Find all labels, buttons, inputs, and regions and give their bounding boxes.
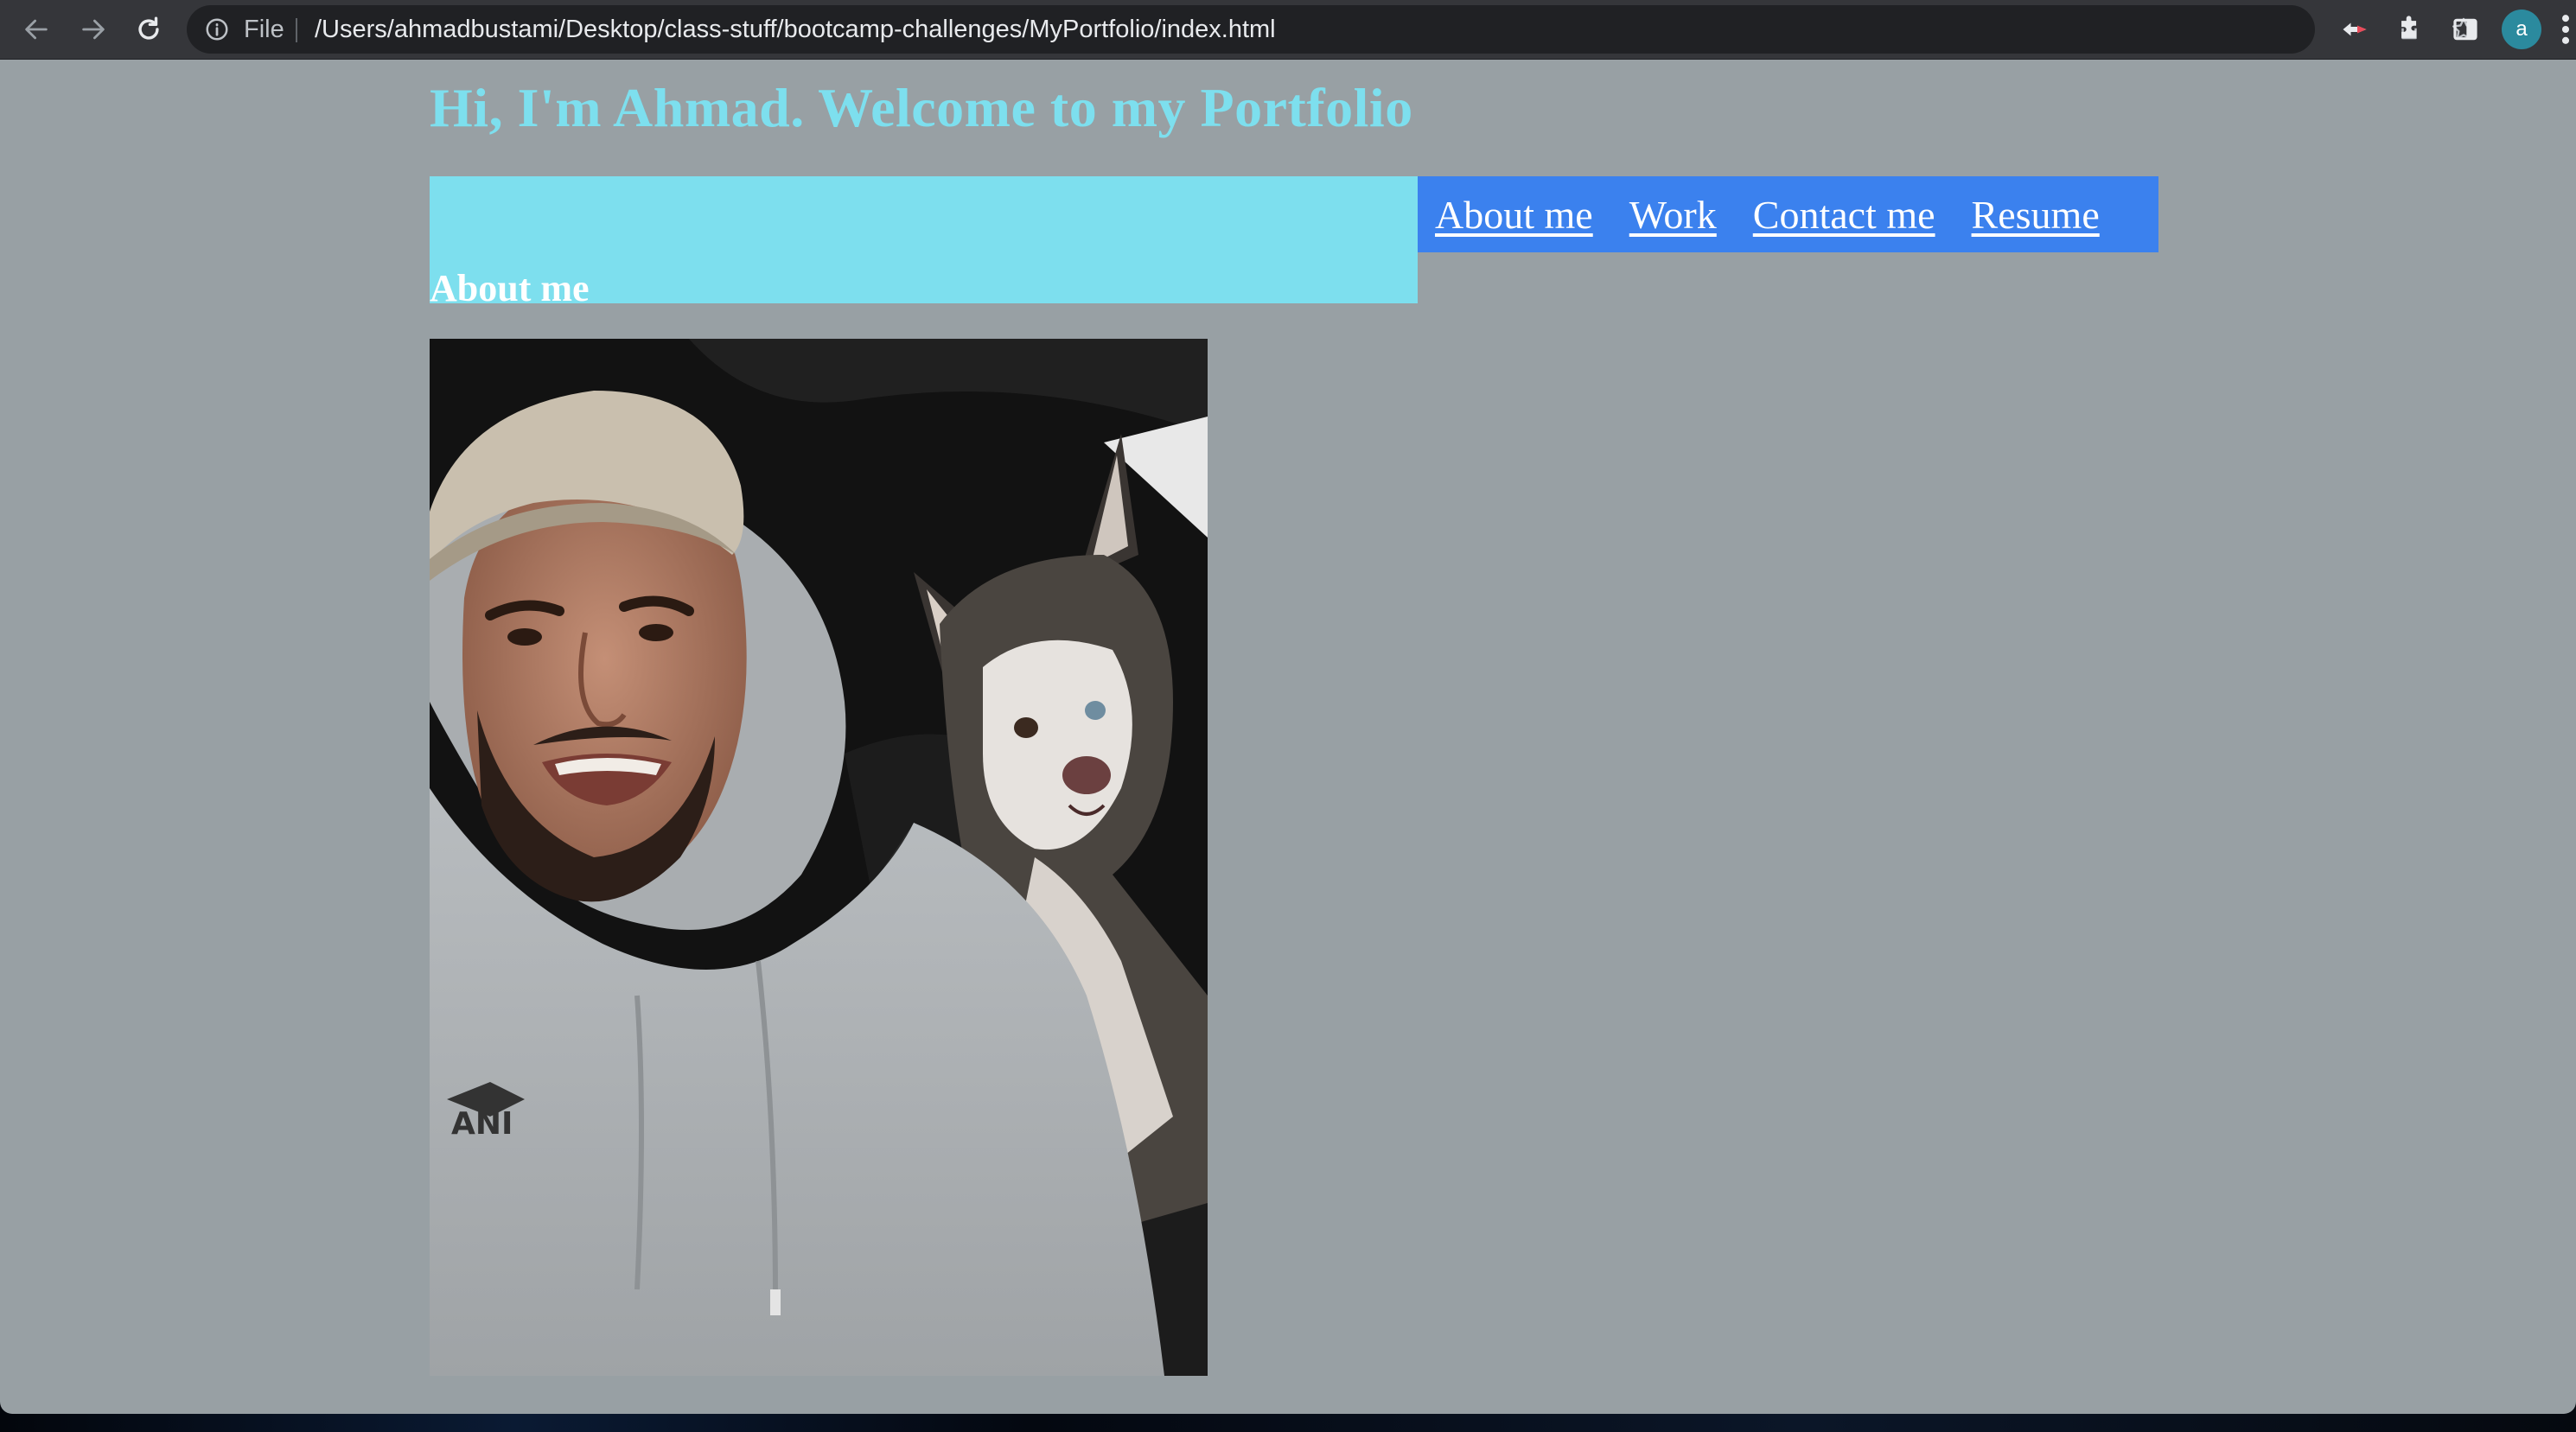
extension-icon[interactable]	[2337, 12, 2372, 47]
forward-arrow-icon[interactable]	[74, 10, 112, 48]
main-nav: About me Work Contact me Resume	[1418, 176, 2158, 252]
info-icon[interactable]	[204, 16, 230, 42]
nav-link-contact-me[interactable]: Contact me	[1753, 192, 1935, 238]
back-arrow-icon[interactable]	[17, 10, 55, 48]
browser-toolbar: File /Users/ahmadbustami/Desktop/class-s…	[0, 0, 2576, 60]
about-heading: About me	[430, 267, 590, 309]
url-text[interactable]: /Users/ahmadbustami/Desktop/class-stuff/…	[315, 5, 1276, 54]
profile-avatar[interactable]: a	[2502, 10, 2541, 49]
reload-icon[interactable]	[130, 10, 168, 48]
side-panel-icon[interactable]	[2448, 12, 2483, 47]
address-separator	[296, 18, 297, 42]
file-label: File	[244, 16, 284, 43]
menu-icon[interactable]	[2557, 10, 2574, 48]
page-title: Hi, I'm Ahmad. Welcome to my Portfolio	[430, 77, 1413, 138]
svg-text:ANI: ANI	[451, 1106, 513, 1142]
puzzle-icon[interactable]	[2393, 12, 2427, 47]
browser-window: File /Users/ahmadbustami/Desktop/class-s…	[0, 0, 2576, 1414]
nav-link-work[interactable]: Work	[1629, 192, 1717, 238]
about-section-header: About me	[430, 176, 1418, 309]
nav-link-about-me[interactable]: About me	[1435, 192, 1593, 238]
nav-link-resume[interactable]: Resume	[1972, 192, 2100, 238]
profile-photo: ANI	[430, 339, 1208, 1376]
address-bar[interactable]: File /Users/ahmadbustami/Desktop/class-s…	[187, 5, 2475, 54]
